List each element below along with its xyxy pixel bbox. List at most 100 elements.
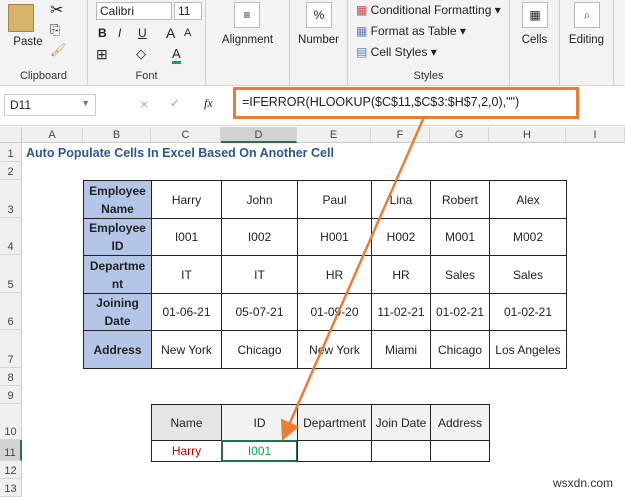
row-label-cell[interactable]: Employee Name (83, 180, 152, 219)
table-cell[interactable]: Los Angeles (489, 330, 567, 369)
paste-icon[interactable] (8, 4, 34, 32)
editing-group[interactable]: ⌕ Editing (560, 0, 614, 86)
grow-font-button[interactable]: A (166, 25, 175, 41)
number-button[interactable]: Number (290, 34, 347, 46)
table-cell[interactable]: 01-02-21 (489, 293, 567, 331)
insert-function-button[interactable]: fx (204, 96, 213, 111)
lookup-value-cell[interactable] (297, 440, 372, 462)
table-cell[interactable]: Sales (430, 255, 490, 294)
cancel-button[interactable]: × (140, 96, 148, 112)
enter-button[interactable]: ✓ (170, 96, 180, 110)
row-header[interactable]: 9 (0, 386, 22, 404)
column-header[interactable]: G (430, 127, 489, 143)
table-cell[interactable]: 01-02-21 (430, 293, 490, 331)
table-cell[interactable]: John (221, 180, 298, 219)
row-header[interactable]: 12 (0, 461, 22, 479)
row-header[interactable]: 6 (0, 293, 22, 330)
format-as-table-button[interactable]: ▦ Format as Table ▾ (356, 24, 466, 38)
table-cell[interactable]: Harry (151, 180, 222, 219)
table-cell[interactable]: IT (151, 255, 222, 294)
row-header[interactable]: 3 (0, 180, 22, 218)
formula-input[interactable]: =IFERROR(HLOOKUP($C$11,$C$3:$H$7,2,0),""… (233, 87, 579, 119)
row-header[interactable]: 4 (0, 218, 22, 255)
select-all-button[interactable] (0, 127, 22, 143)
table-cell[interactable]: HR (297, 255, 372, 294)
name-box[interactable]: D11 ▼ (4, 94, 96, 116)
lookup-header-cell[interactable]: ID (221, 404, 298, 441)
lookup-header-cell[interactable]: Department (297, 404, 372, 441)
row-header[interactable]: 8 (0, 368, 22, 386)
row-header[interactable]: 7 (0, 330, 22, 368)
alignment-group[interactable]: ≡ Alignment (206, 0, 290, 86)
font-color-button[interactable]: A (172, 46, 181, 64)
table-cell[interactable]: 01-06-21 (151, 293, 222, 331)
font-name-select[interactable]: Calibri (96, 2, 172, 20)
table-cell[interactable]: I001 (151, 218, 222, 256)
row-header[interactable]: 11 (0, 440, 22, 461)
lookup-value-cell[interactable] (371, 440, 431, 462)
row-header[interactable]: 13 (0, 479, 22, 497)
italic-button[interactable]: I (118, 26, 121, 40)
chevron-down-icon[interactable]: ▼ (81, 98, 90, 108)
underline-button[interactable]: U (138, 26, 147, 40)
borders-icon[interactable]: ⊞ (96, 46, 108, 63)
column-header[interactable]: F (371, 127, 430, 143)
lookup-header-cell[interactable]: Address (430, 404, 490, 441)
cells-group[interactable]: ▦ Cells (510, 0, 560, 86)
table-cell[interactable]: M001 (430, 218, 490, 256)
table-cell[interactable]: New York (151, 330, 222, 369)
column-header[interactable]: D (221, 127, 297, 143)
table-cell[interactable]: 11-02-21 (371, 293, 431, 331)
bold-button[interactable]: B (98, 26, 107, 40)
table-cell[interactable]: Paul (297, 180, 372, 219)
table-cell[interactable]: Lina (371, 180, 431, 219)
row-header[interactable]: 10 (0, 404, 22, 440)
table-cell[interactable]: 05-07-21 (221, 293, 298, 331)
table-cell[interactable]: Alex (489, 180, 567, 219)
conditional-formatting-button[interactable]: ▦ Conditional Formatting ▾ (356, 3, 501, 17)
fill-color-icon[interactable]: ◇ (136, 46, 146, 62)
table-cell[interactable]: Robert (430, 180, 490, 219)
cut-icon[interactable]: ✂ (50, 0, 63, 20)
number-group[interactable]: % Number (290, 0, 348, 86)
row-label-cell[interactable]: Departme nt (83, 255, 152, 294)
column-header[interactable]: B (83, 127, 151, 143)
table-cell[interactable]: I002 (221, 218, 298, 256)
row-label-cell[interactable]: Address (83, 330, 152, 369)
column-header[interactable]: E (297, 127, 371, 143)
format-painter-icon[interactable]: 🖌 (50, 42, 67, 58)
table-cell[interactable]: 01-09-20 (297, 293, 372, 331)
shrink-font-button[interactable]: A (184, 27, 191, 39)
table-cell[interactable]: New York (297, 330, 372, 369)
table-cell[interactable]: HR (371, 255, 431, 294)
alignment-button[interactable]: Alignment (206, 34, 289, 46)
cells-button[interactable]: Cells (510, 34, 559, 46)
row-header[interactable]: 1 (0, 143, 22, 162)
table-cell[interactable]: Sales (489, 255, 567, 294)
column-header[interactable]: I (566, 127, 625, 143)
lookup-value-cell[interactable]: Harry (151, 440, 222, 462)
column-header[interactable]: C (151, 127, 221, 143)
editing-button[interactable]: Editing (560, 34, 613, 46)
table-cell[interactable]: M002 (489, 218, 567, 256)
lookup-header-cell[interactable]: Name (151, 404, 222, 441)
font-size-select[interactable]: 11 (174, 2, 202, 20)
sheet-title[interactable]: Auto Populate Cells In Excel Based On An… (26, 146, 334, 160)
table-cell[interactable]: Miami (371, 330, 431, 369)
table-cell[interactable]: H002 (371, 218, 431, 256)
column-header[interactable]: A (22, 127, 83, 143)
table-cell[interactable]: IT (221, 255, 298, 294)
selected-cell-d11[interactable]: I001 (221, 440, 298, 462)
row-label-cell[interactable]: Employee ID (83, 218, 152, 256)
copy-icon[interactable]: ⎘ (50, 22, 60, 38)
table-cell[interactable]: Chicago (430, 330, 490, 369)
table-cell[interactable]: Chicago (221, 330, 298, 369)
row-header[interactable]: 5 (0, 255, 22, 293)
row-header[interactable]: 2 (0, 162, 22, 180)
lookup-value-cell[interactable] (430, 440, 490, 462)
row-label-cell[interactable]: Joining Date (83, 293, 152, 331)
cell-styles-button[interactable]: ▤ Cell Styles ▾ (356, 45, 437, 59)
table-cell[interactable]: H001 (297, 218, 372, 256)
paste-button[interactable]: Paste (8, 36, 48, 48)
lookup-header-cell[interactable]: Join Date (371, 404, 431, 441)
